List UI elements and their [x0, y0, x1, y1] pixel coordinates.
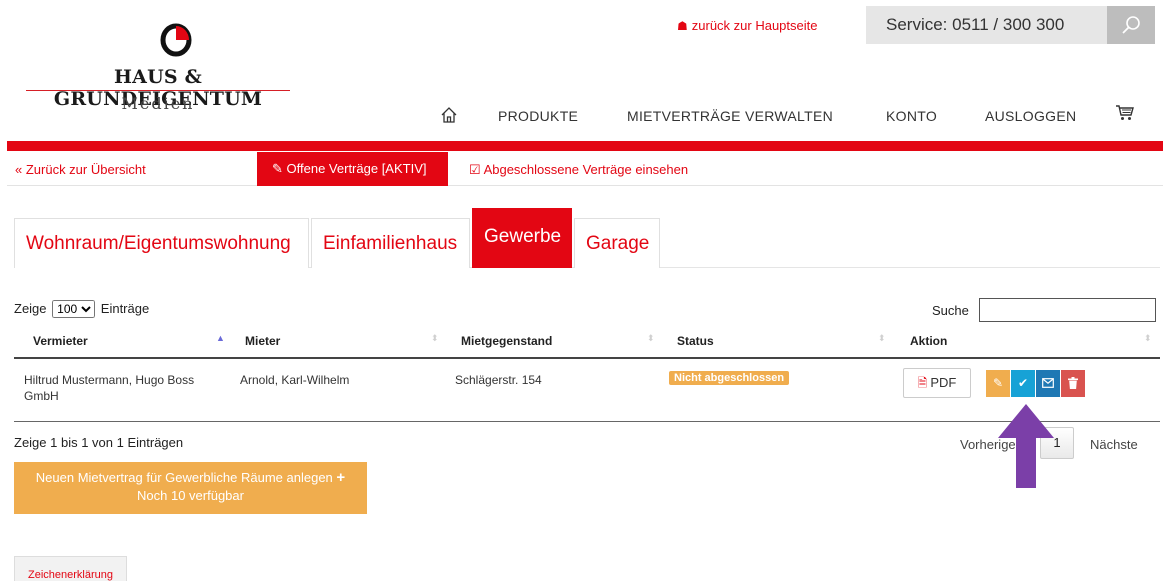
- contracts-subnav: « Zurück zur Übersicht ✎ Offene Verträge…: [7, 152, 1163, 186]
- back-to-homepage-link[interactable]: ☗ zurück zur Hauptseite: [677, 18, 818, 33]
- tab-garage[interactable]: Garage: [574, 218, 660, 268]
- brand-divider: [26, 90, 290, 91]
- pdf-file-icon: 🗎: [917, 376, 928, 390]
- nav-mietvertraege-verwalten[interactable]: MIETVERTRÄGE VERWALTEN: [627, 108, 833, 124]
- entries-suffix: Einträge: [100, 301, 150, 316]
- home-link-label: zurück zur Hauptseite: [691, 18, 818, 33]
- status-badge: Nicht abgeschlossen: [669, 371, 790, 385]
- sort-icon[interactable]: ⬍: [1144, 333, 1152, 344]
- column-status[interactable]: Status: [677, 334, 714, 348]
- table-info: Zeige 1 bis 1 von 1 Einträgen: [14, 435, 184, 450]
- new-contract-button[interactable]: Neuen Mietvertrag für Gewerbliche Räume …: [14, 462, 367, 514]
- column-vermieter[interactable]: Vermieter: [33, 334, 88, 348]
- table-header-divider: [14, 357, 1160, 359]
- edit-icon: ✎: [992, 376, 1004, 390]
- tab-wohnraum[interactable]: Wohnraum/Eigentumswohnung: [14, 218, 309, 268]
- cell-mietgegenstand: Schlägerstr. 154: [455, 373, 542, 387]
- nav-ausloggen[interactable]: AUSLOGGEN: [985, 108, 1076, 124]
- entries-per-page-select[interactable]: 100: [52, 300, 96, 318]
- edit-contract-button[interactable]: ✎: [986, 370, 1010, 397]
- open-contracts-label: Offene Verträge [AKTIV]: [286, 161, 427, 176]
- sort-icon[interactable]: ⬍: [431, 333, 439, 344]
- trash-icon: [1068, 377, 1078, 389]
- sort-icon[interactable]: ⬍: [647, 333, 655, 344]
- new-contract-label: Neuen Mietvertrag für Gewerbliche Räume …: [35, 470, 333, 485]
- nav-konto[interactable]: KONTO: [886, 108, 937, 124]
- legend-button[interactable]: Zeichenerklärung: [14, 556, 127, 581]
- closed-contracts-link[interactable]: ☑ Abgeschlossene Verträge einsehen: [469, 162, 688, 178]
- cell-vermieter: Hiltrud Mustermann, Hugo Boss GmbH: [24, 373, 195, 403]
- column-mieter[interactable]: Mieter: [245, 334, 280, 348]
- annotation-arrow-icon: [998, 404, 1054, 488]
- cell-mieter: Arnold, Karl-Wilhelm: [240, 373, 350, 387]
- cart-button[interactable]: [1115, 104, 1135, 127]
- back-to-overview-link[interactable]: « Zurück zur Übersicht: [15, 162, 146, 177]
- entries-length-control: Zeige 100 Einträge: [14, 300, 149, 318]
- shopping-cart-icon: [1116, 105, 1134, 120]
- service-hotline: Service: 0511 / 300 300: [866, 6, 1107, 44]
- new-contract-availability: Noch 10 verfügbar: [137, 488, 244, 503]
- email-contract-button[interactable]: [1036, 370, 1060, 397]
- sort-icon[interactable]: ⬍: [878, 333, 886, 344]
- column-aktion[interactable]: Aktion: [910, 334, 947, 348]
- tab-gewerbe[interactable]: Gewerbe: [472, 208, 572, 268]
- plus-icon: +: [336, 469, 346, 486]
- tab-einfamilienhaus[interactable]: Einfamilienhaus: [311, 218, 470, 268]
- open-contracts-tab[interactable]: ✎ Offene Verträge [AKTIV]: [257, 152, 448, 186]
- header-divider: [7, 141, 1163, 151]
- pagination-next[interactable]: Nächste: [1090, 437, 1138, 452]
- house-icon: [441, 107, 457, 123]
- nav-produkte[interactable]: PRODUKTE: [498, 108, 578, 124]
- brand-subtitle: Medien: [121, 94, 195, 113]
- checkbox-icon: ☑: [469, 162, 481, 177]
- logo-mark-icon: [160, 23, 192, 57]
- table-footer-divider: [14, 421, 1160, 422]
- table-search-input[interactable]: [979, 298, 1156, 322]
- delete-contract-button[interactable]: [1061, 370, 1085, 397]
- column-mietgegenstand[interactable]: Mietgegenstand: [461, 334, 552, 348]
- closed-contracts-label: Abgeschlossene Verträge einsehen: [483, 162, 689, 177]
- check-icon: ✔: [1017, 376, 1029, 390]
- pdf-button[interactable]: 🗎 PDF: [903, 368, 971, 398]
- sort-asc-icon[interactable]: ▲: [216, 333, 225, 343]
- edit-icon: ✎: [272, 161, 283, 176]
- search-icon: [1122, 16, 1140, 34]
- home-icon: ☗: [677, 19, 688, 33]
- search-label: Suche: [932, 303, 969, 318]
- pdf-label: PDF: [930, 375, 957, 390]
- envelope-icon: [1042, 378, 1054, 388]
- search-button[interactable]: [1107, 6, 1155, 44]
- entries-prefix: Zeige: [14, 301, 47, 316]
- complete-contract-button[interactable]: ✔: [1011, 370, 1035, 397]
- nav-home-button[interactable]: [440, 106, 458, 129]
